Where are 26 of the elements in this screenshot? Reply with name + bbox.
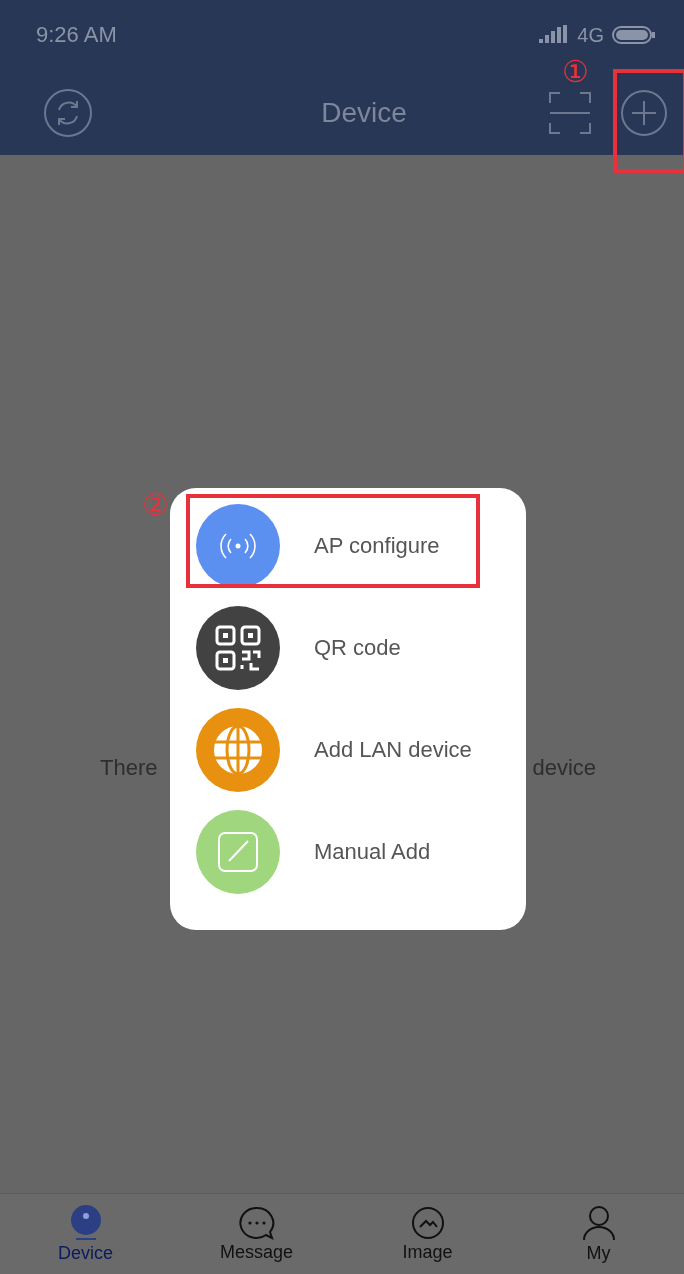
empty-message: device <box>532 755 596 781</box>
edit-square-icon <box>216 830 260 874</box>
menu-item[interactable]: Add LAN device <box>196 708 472 792</box>
image-icon <box>410 1205 445 1240</box>
camera-icon <box>68 1204 103 1241</box>
battery-icon <box>612 25 656 45</box>
person-icon <box>580 1204 617 1241</box>
tab[interactable]: Image <box>342 1194 513 1274</box>
step-number: ① <box>562 56 589 87</box>
tab[interactable]: Message <box>171 1194 342 1274</box>
add-icon <box>620 88 668 137</box>
page-title: Device <box>320 96 408 129</box>
step-number: ② <box>142 490 169 520</box>
empty-message: There <box>100 755 158 781</box>
menu-item[interactable]: QR code <box>196 606 401 690</box>
qr-code-icon <box>213 623 263 673</box>
menu-item[interactable]: AP configure <box>196 504 440 588</box>
refresh-icon <box>43 87 93 138</box>
signal-icon <box>539 25 570 45</box>
status-time: 9:26 AM <box>36 22 117 48</box>
network-type: 4G <box>577 23 604 47</box>
chat-bubble-icon <box>238 1205 275 1240</box>
scan-icon <box>548 90 592 135</box>
globe-icon <box>212 724 264 776</box>
menu-item[interactable]: Manual Add <box>196 810 431 894</box>
wireless-signal-icon <box>218 531 258 561</box>
